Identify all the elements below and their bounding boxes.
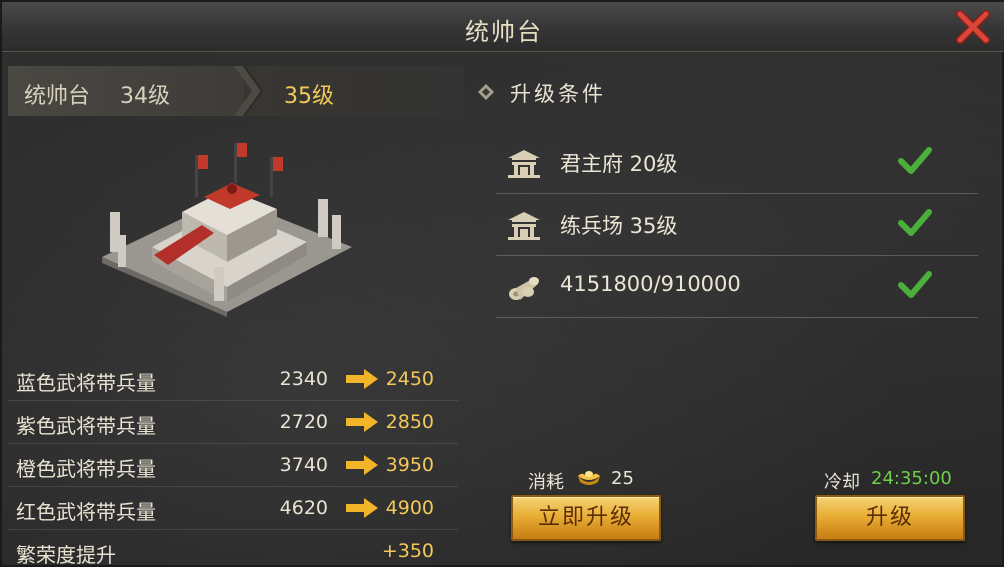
stat-label: 蓝色武将带兵量 <box>16 371 156 395</box>
wood-icon <box>509 277 539 300</box>
stat-next: +350 <box>381 540 434 562</box>
arrow-right-icon <box>346 369 378 389</box>
check-icon <box>898 271 932 298</box>
check-icon <box>898 147 932 174</box>
building-icon <box>508 150 540 178</box>
stat-row: 蓝色武将带兵量 2340 2450 <box>8 358 458 401</box>
requirement-row: 4151800/910000 <box>496 256 978 318</box>
command-platform-image <box>102 143 352 317</box>
cost-value: 25 <box>611 468 634 489</box>
stat-label: 繁荣度提升 <box>16 543 116 567</box>
requirement-text: 练兵场 35级 <box>560 214 678 238</box>
cooldown-label: 冷却 <box>824 472 860 493</box>
instant-upgrade-button[interactable]: 立即升级 <box>511 495 661 541</box>
stats-table: 蓝色武将带兵量 2340 2450 紫色武将带兵量 2720 2850 橙色武将… <box>8 358 458 567</box>
requirement-row: 君主府 20级 <box>496 132 978 194</box>
stat-row: 紫色武将带兵量 2720 2850 <box>8 401 458 444</box>
stat-next: 4900 <box>385 497 434 519</box>
stat-current: 4620 <box>279 497 328 519</box>
conditions-title: 升级条件 <box>510 82 606 106</box>
next-level: 35级 <box>284 84 334 109</box>
level-header: 统帅台 34级 35级 <box>8 66 464 116</box>
stat-row: 繁荣度提升 +350 <box>8 530 458 567</box>
stat-next: 2850 <box>385 411 434 433</box>
arrow-right-icon <box>346 455 378 475</box>
stat-label: 橙色武将带兵量 <box>16 457 156 481</box>
stat-row: 红色武将带兵量 4620 4900 <box>8 487 458 530</box>
diamond-icon <box>478 84 494 100</box>
cooldown-timer: 24:35:00 <box>871 468 952 489</box>
cost-label: 消耗 <box>528 472 564 493</box>
building-icon <box>508 212 540 240</box>
current-level: 34级 <box>120 84 170 109</box>
gold-ingot-icon <box>578 471 600 485</box>
stat-current: 2340 <box>279 368 328 390</box>
command-platform-panel: 统帅台 统帅台 34级 35级 蓝色武将带兵量 2340 2450 紫色武将带兵… <box>0 0 1004 567</box>
stat-next: 2450 <box>385 368 434 390</box>
stat-row: 橙色武将带兵量 3740 3950 <box>8 444 458 487</box>
stat-current: 3740 <box>279 454 328 476</box>
stat-label: 红色武将带兵量 <box>16 500 156 524</box>
stat-label: 紫色武将带兵量 <box>16 414 156 438</box>
requirement-text: 4151800/910000 <box>560 272 741 296</box>
upgrade-button[interactable]: 升级 <box>815 495 965 541</box>
requirement-text: 君主府 20级 <box>560 152 678 176</box>
building-name: 统帅台 <box>24 84 91 109</box>
stat-current: 2720 <box>279 411 328 433</box>
title-bar: 统帅台 <box>2 2 1004 52</box>
check-icon <box>898 209 932 236</box>
stat-next: 3950 <box>385 454 434 476</box>
requirement-row: 练兵场 35级 <box>496 194 978 256</box>
window-title: 统帅台 <box>465 18 543 46</box>
level-chevron-icon <box>234 66 264 116</box>
close-icon[interactable] <box>954 8 992 46</box>
arrow-right-icon <box>346 412 378 432</box>
arrow-right-icon <box>346 498 378 518</box>
